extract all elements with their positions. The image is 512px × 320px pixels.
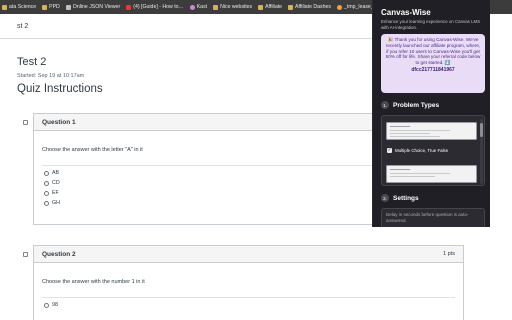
folder-icon [288,4,294,10]
bookmark-json-viewer[interactable]: Online JSON Viewer [65,4,120,10]
section-label: Problem Types [393,101,440,109]
folder-icon [258,4,264,10]
section-label: Settings [393,194,419,202]
divider [0,38,372,39]
checkbox-checked-icon[interactable]: ✓ [387,148,392,153]
page-icon [65,4,71,10]
section-problem-types: 1. Problem Types [381,101,439,109]
breadcrumb[interactable]: st 2 [17,23,28,30]
question-title: Question 2 [42,250,76,258]
folder-icon [42,4,48,10]
question-header: Question 2 1 pts [34,246,463,263]
bookmark-kast[interactable]: Kast [189,4,207,10]
question-title: Question 1 [42,118,76,126]
started-time: Started: Sep 19 at 10:17am [17,73,85,79]
flag-question-2-icon[interactable] [23,252,28,257]
scrollbar-thumb[interactable] [479,123,483,137]
quiz-instructions-heading: Quiz Instructions [17,83,103,95]
radio-button[interactable] [44,190,49,196]
referral-code[interactable]: dfcc217711841967 [385,67,481,73]
problem-type-option[interactable]: ✓ Multiple Choice, True False [387,148,448,153]
youtube-icon [126,4,132,10]
preview-line [390,173,450,174]
question-points: 1 pts [443,251,455,257]
problem-type-preview[interactable] [386,122,477,140]
affiliate-promo: 🎉 Thank you for using Canvas-Wise. We've… [381,34,485,93]
preview-line [390,136,440,137]
problem-type-label: Multiple Choice, True False [395,148,449,153]
bookmark-guide[interactable]: (4) [Guide] - How to… [126,4,184,10]
radio-button[interactable] [44,302,49,308]
bookmark-nice-websites[interactable]: Nice websites [213,4,252,10]
flag-question-1-icon[interactable] [23,120,28,125]
bookmark-affiliate[interactable]: Affiliate [258,4,282,10]
extension-subtitle: Enhance your learning experience on Canv… [381,19,481,30]
radio-button[interactable] [44,170,49,176]
divider [42,297,455,298]
extension-title: Canvas-Wise [381,8,431,17]
section-settings: 2. Settings [381,194,419,202]
folder-icon [213,4,219,10]
preview-line [390,176,435,177]
problem-types-list[interactable]: ✓ Multiple Choice, True False [381,115,485,186]
scrollbar[interactable] [479,119,483,184]
preview-line [390,126,410,128]
preview-line [390,130,450,131]
answer-option[interactable]: 98 [34,300,463,310]
radio-button[interactable] [44,200,49,206]
radio-button[interactable] [44,180,49,186]
section-number: 1. [381,101,389,109]
problem-type-preview[interactable] [386,165,477,183]
promo-text: 🎉 Thank you for using Canvas-Wise. We've… [385,37,481,66]
page-title: Test 2 [17,56,47,68]
bookmark-ppd[interactable]: PPD [42,4,60,10]
heart-icon [189,4,195,10]
question-card-2: Question 2 1 pts Choose the answer with … [33,245,464,320]
bookmark-data-science[interactable]: ata Science [2,4,36,10]
delay-setting[interactable]: Delay in seconds before question is auto… [381,208,485,227]
bookmark-affiliate-dashes[interactable]: Affiliate Dashes [288,4,331,10]
canvas-wise-popup: Canvas-Wise Enhance your learning experi… [372,0,490,227]
section-number: 2. [381,194,389,202]
preview-line [390,169,410,171]
folder-icon [2,4,7,10]
shop-icon [337,4,342,10]
preview-line [390,133,430,134]
question-text: Choose the answer with the number 1 in i… [42,279,145,285]
